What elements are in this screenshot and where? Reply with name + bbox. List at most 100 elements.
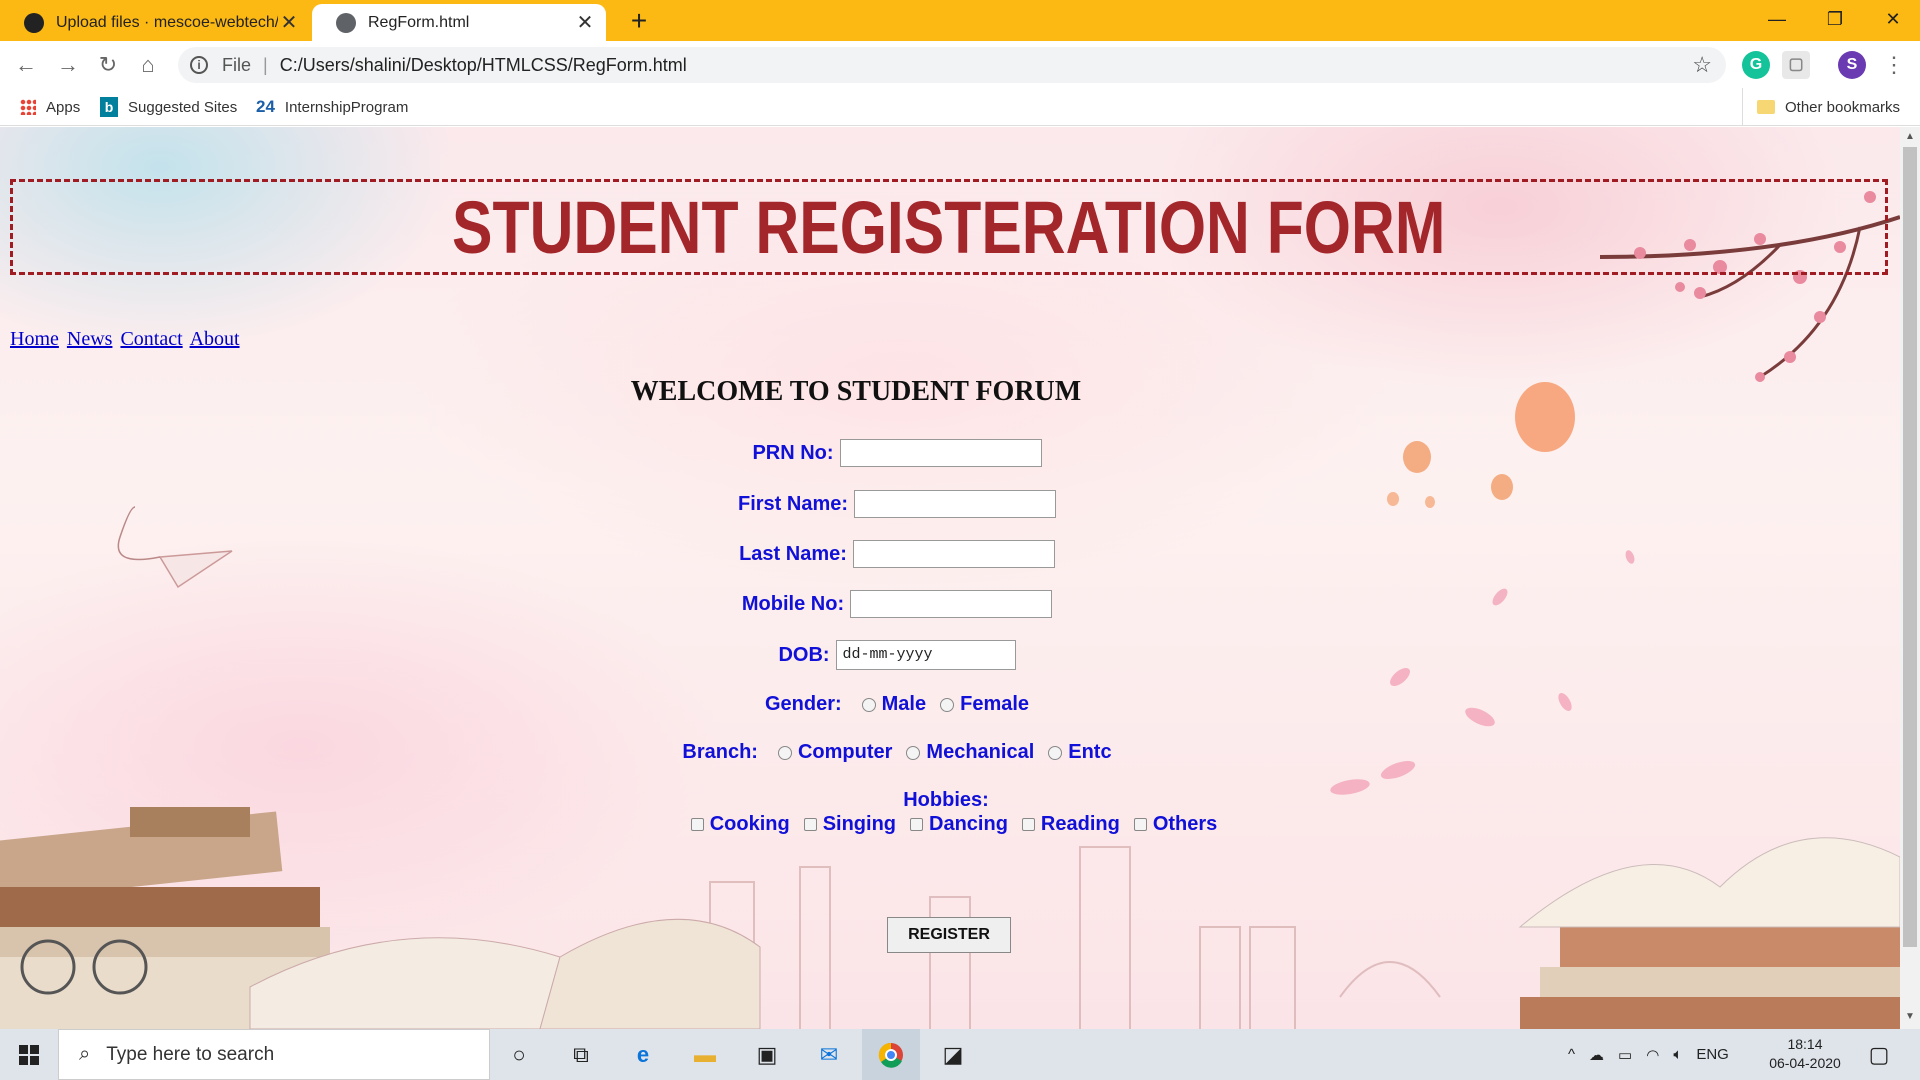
- prn-row: PRN No:: [0, 439, 1847, 467]
- address-bar[interactable]: i File | C:/Users/shalini/Desktop/HTMLCS…: [178, 47, 1726, 83]
- hobbies-heading-row: Hobbies:: [0, 789, 1899, 812]
- bookmark-label: Other bookmarks: [1785, 98, 1901, 116]
- bookmark-internship[interactable]: 24 InternshipProgram: [256, 88, 408, 126]
- nav-link-home[interactable]: Home: [10, 328, 59, 350]
- wifi-icon[interactable]: ◠: [1646, 1046, 1659, 1064]
- first-name-input[interactable]: [854, 490, 1057, 518]
- page-title: STUDENT REGISTERATION FORM: [452, 185, 1446, 269]
- bookmarks-bar: Apps b Suggested Sites 24 InternshipProg…: [0, 88, 1920, 126]
- hobby-option-label: Others: [1152, 813, 1218, 835]
- hobby-cooking-checkbox[interactable]: [690, 818, 704, 831]
- page-scrollbar[interactable]: ▲ ▼: [1900, 127, 1920, 1029]
- gender-label: Gender:: [764, 693, 842, 715]
- browser-toolbar: ← → ↻ ⌂ i File | C:/Users/shalini/Deskto…: [0, 41, 1920, 88]
- back-button[interactable]: ←: [10, 49, 42, 81]
- gender-option-label: Female: [960, 693, 1030, 715]
- onedrive-icon[interactable]: ☁: [1589, 1046, 1604, 1064]
- edge-icon[interactable]: e: [614, 1029, 672, 1080]
- bookmark-star-icon[interactable]: ☆: [1692, 52, 1712, 78]
- title-banner: STUDENT REGISTERATION FORM: [10, 179, 1888, 275]
- hobby-reading-checkbox[interactable]: [1021, 818, 1035, 831]
- reload-button[interactable]: ↻: [92, 49, 124, 81]
- extension-icon[interactable]: ▢: [1782, 51, 1810, 79]
- branch-computer-radio[interactable]: [777, 745, 792, 760]
- bookmark-apps[interactable]: Apps: [20, 88, 80, 126]
- folder-icon: [1757, 100, 1775, 114]
- volume-icon[interactable]: 🔈︎: [1673, 1046, 1682, 1063]
- dob-row: DOB: dd-mm-yyyy: [0, 640, 1847, 670]
- maximize-button[interactable]: ❐: [1812, 4, 1858, 34]
- first-name-row: First Name:: [0, 490, 1847, 518]
- branch-mechanical-radio[interactable]: [906, 745, 921, 760]
- system-tray: ^ ☁ ▭ ◠ 🔈︎ ENG: [1568, 1029, 1729, 1080]
- window-close-button[interactable]: ✕: [1870, 4, 1916, 34]
- windows-start-icon[interactable]: [0, 1029, 58, 1080]
- scroll-up-icon[interactable]: ▲: [1900, 131, 1920, 142]
- taskbar-search[interactable]: ⌕ Type here to search: [58, 1029, 490, 1080]
- gender-female-radio[interactable]: [940, 697, 955, 712]
- internship-icon: 24: [256, 97, 275, 116]
- tab-regform[interactable]: RegForm.html ✕: [312, 4, 606, 41]
- new-tab-button[interactable]: +: [624, 6, 654, 36]
- nav-link-news[interactable]: News: [67, 328, 113, 350]
- nav-links: Home News Contact About: [10, 328, 243, 351]
- notifications-icon[interactable]: ▢: [1850, 1029, 1908, 1080]
- mobile-input[interactable]: [850, 590, 1053, 618]
- prn-label: PRN No:: [752, 441, 834, 464]
- scroll-down-icon[interactable]: ▼: [1900, 1011, 1920, 1022]
- hobby-others-checkbox[interactable]: [1133, 818, 1147, 831]
- tab-title: Upload files · mescoe-webtech/a: [56, 13, 278, 31]
- show-hidden-icon[interactable]: ^: [1568, 1046, 1575, 1063]
- branch-option-label: Entc: [1068, 741, 1112, 763]
- forward-button[interactable]: →: [52, 49, 84, 81]
- branch-entc-radio[interactable]: [1048, 745, 1063, 760]
- branch-option-label: Computer: [797, 741, 893, 763]
- home-button[interactable]: ⌂: [132, 49, 164, 81]
- prn-input[interactable]: [839, 439, 1042, 467]
- branch-option-label: Mechanical: [926, 741, 1035, 763]
- clock-time: 18:14: [1787, 1036, 1823, 1052]
- nav-link-about[interactable]: About: [190, 328, 240, 350]
- language-indicator[interactable]: ENG: [1696, 1046, 1729, 1063]
- dob-input[interactable]: dd-mm-yyyy: [835, 640, 1016, 670]
- battery-icon[interactable]: ▭: [1618, 1046, 1632, 1064]
- clock[interactable]: 18:14 06-04-2020: [1760, 1035, 1850, 1073]
- branch-label: Branch:: [682, 741, 758, 763]
- hobbies-row: Cooking Singing Dancing Reading Others: [0, 813, 1897, 836]
- last-name-row: Last Name:: [0, 540, 1847, 568]
- profile-avatar[interactable]: S: [1838, 51, 1866, 79]
- info-icon[interactable]: i: [190, 56, 208, 74]
- hobby-singing-checkbox[interactable]: [803, 818, 817, 831]
- dob-label: DOB:: [778, 643, 830, 666]
- nav-link-contact[interactable]: Contact: [120, 328, 182, 350]
- gender-male-radio[interactable]: [861, 697, 876, 712]
- task-view-icon[interactable]: ⧉: [552, 1029, 610, 1080]
- bookmark-suggested-sites[interactable]: b Suggested Sites: [100, 88, 237, 126]
- last-name-input[interactable]: [852, 540, 1055, 568]
- mail-icon[interactable]: ✉: [800, 1029, 858, 1080]
- hobbies-label: Hobbies:: [903, 789, 989, 811]
- branch-row: Branch: Computer Mechanical Entc: [0, 741, 1847, 764]
- file-explorer-icon[interactable]: ▬: [676, 1029, 734, 1080]
- hobby-dancing-checkbox[interactable]: [910, 818, 924, 831]
- cortana-icon[interactable]: ○: [490, 1029, 548, 1080]
- hobby-option-label: Reading: [1040, 813, 1120, 835]
- grammarly-icon[interactable]: G: [1742, 51, 1770, 79]
- register-button[interactable]: REGISTER: [887, 917, 1011, 953]
- gender-row: Gender: Male Female: [0, 693, 1847, 716]
- tab-bar: Upload files · mescoe-webtech/a ✕ RegFor…: [0, 0, 1920, 41]
- minimize-button[interactable]: —: [1754, 4, 1800, 34]
- sticky-notes-icon[interactable]: ◪: [924, 1029, 982, 1080]
- globe-icon: [336, 12, 356, 33]
- chrome-icon[interactable]: [862, 1029, 920, 1080]
- url-text[interactable]: C:/Users/shalini/Desktop/HTMLCSS/RegForm…: [280, 55, 687, 76]
- page-content: STUDENT REGISTERATION FORM Home News Con…: [0, 127, 1900, 1029]
- search-placeholder: Type here to search: [106, 1043, 275, 1065]
- tab-github-upload[interactable]: Upload files · mescoe-webtech/a ✕: [0, 4, 310, 41]
- close-icon[interactable]: ✕: [278, 10, 300, 35]
- close-icon[interactable]: ✕: [574, 10, 596, 35]
- scroll-thumb[interactable]: [1903, 147, 1917, 947]
- store-icon[interactable]: ▣: [738, 1029, 796, 1080]
- menu-icon[interactable]: ⋮: [1878, 49, 1910, 81]
- other-bookmarks[interactable]: Other bookmarks: [1742, 88, 1900, 126]
